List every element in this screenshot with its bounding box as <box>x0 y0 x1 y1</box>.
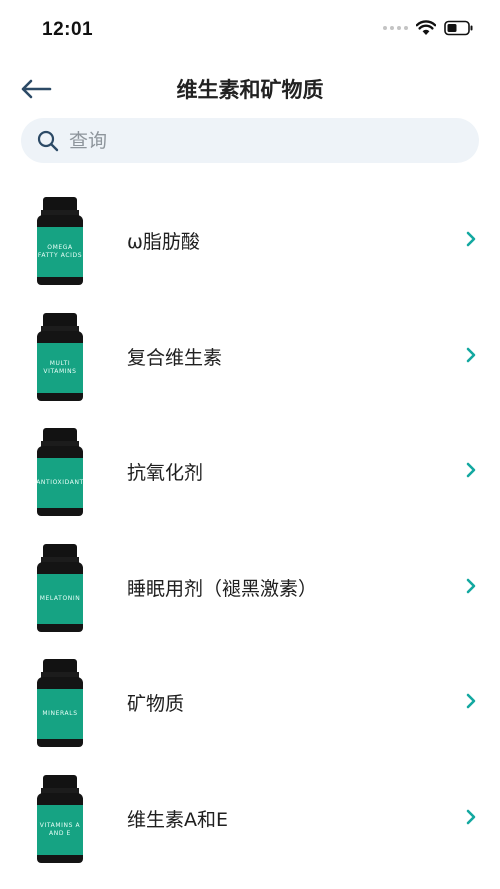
search-icon <box>37 130 59 151</box>
chevron-right-icon <box>466 809 476 824</box>
category-label: 维生素A和E <box>127 808 229 831</box>
supplement-bottle-image: ANTIOXIDANT <box>36 428 84 516</box>
status-icons <box>383 20 474 36</box>
bottle-label-text: MINERALS <box>42 710 78 717</box>
bottle-label: MELATONIN <box>37 573 83 624</box>
list-item[interactable]: OMEGA FATTY ACIDS ω脂肪酸 <box>0 180 500 296</box>
search-bar[interactable] <box>21 118 479 163</box>
bottle-label-text: AND E <box>49 829 71 837</box>
signal-dots-icon <box>383 26 408 30</box>
chevron-right-icon <box>466 578 476 593</box>
chevron-right-icon <box>466 231 476 247</box>
bottle-label-text: OMEGA <box>47 244 73 251</box>
supplement-bottle-image: OMEGA FATTY ACIDS <box>37 197 83 285</box>
status-bar: 12:01 <box>0 0 500 60</box>
bottle-label-text: FATTY ACIDS <box>37 252 83 259</box>
nav-bar: 维生素和矿物质 <box>0 60 500 118</box>
category-label: 复合维生素 <box>127 346 223 369</box>
chevron-right-icon <box>466 693 476 709</box>
bottle-label-text: VITAMINS <box>43 367 77 375</box>
bottle-label: ANTIOXIDANT <box>36 458 84 508</box>
category-label: 矿物质 <box>127 693 185 715</box>
search-input[interactable] <box>67 128 451 153</box>
bottle-label-text: ANTIOXIDANT <box>36 479 84 486</box>
wifi-icon <box>416 20 436 35</box>
list-item[interactable]: MINERALS 矿物质 <box>0 642 500 758</box>
list-item[interactable]: MULTI VITAMINS 复合维生素 <box>0 296 500 412</box>
list-item[interactable]: MELATONIN 睡眠用剂（褪黑激素） <box>0 527 500 643</box>
bottle-label: OMEGA FATTY ACIDS <box>37 227 83 277</box>
bottle-label-text: VITAMINS A <box>39 821 81 829</box>
status-time: 12:01 <box>42 19 94 40</box>
category-label: ω脂肪酸 <box>127 231 200 253</box>
supplement-bottle-image: MELATONIN <box>37 543 83 632</box>
list-item[interactable]: VITAMINS A AND E 维生素A和E <box>0 758 500 874</box>
bottle-label-text: MELATONIN <box>39 594 81 602</box>
chevron-right-icon <box>466 347 476 362</box>
category-label: 抗氧化剂 <box>127 462 204 484</box>
bottle-label: VITAMINS A AND E <box>37 804 83 855</box>
supplement-bottle-image: MULTI VITAMINS <box>37 312 83 401</box>
bottle-label: MINERALS <box>37 689 83 739</box>
battery-icon <box>444 20 473 36</box>
list-item[interactable]: ANTIOXIDANT 抗氧化剂 <box>0 411 500 527</box>
chevron-right-icon <box>466 462 476 478</box>
bottle-label: MULTI VITAMINS <box>37 342 83 393</box>
category-list: OMEGA FATTY ACIDS ω脂肪酸 MULTI VITAMINS 复合维生素 AN… <box>0 180 500 873</box>
page-title: 维生素和矿物质 <box>176 78 324 102</box>
category-label: 睡眠用剂（褪黑激素） <box>127 577 318 600</box>
supplement-bottle-image: VITAMINS A AND E <box>37 774 83 863</box>
supplement-bottle-image: MINERALS <box>37 659 83 747</box>
bottle-label-text: MULTI <box>49 359 71 367</box>
